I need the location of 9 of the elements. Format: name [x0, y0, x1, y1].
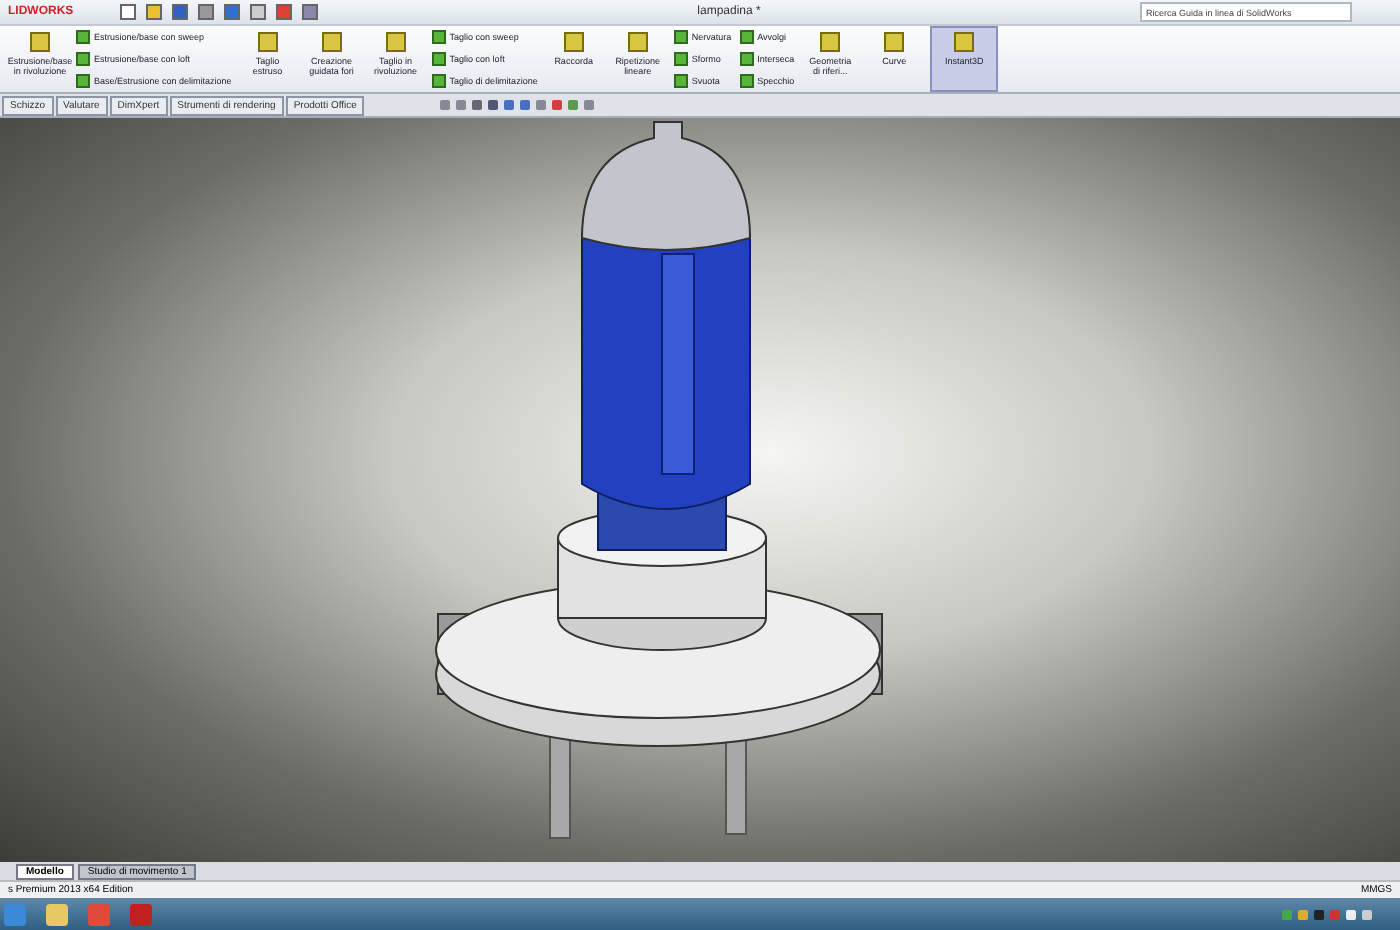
feature-icon [385, 32, 406, 52]
feature-icon [820, 32, 841, 52]
feature-icon [884, 32, 905, 52]
feature-icon [954, 32, 975, 52]
feature-icon [627, 32, 648, 52]
feature-icon [257, 32, 278, 52]
feature-icon [321, 32, 342, 52]
feature-icon [30, 32, 50, 52]
feature-icon [563, 32, 584, 52]
